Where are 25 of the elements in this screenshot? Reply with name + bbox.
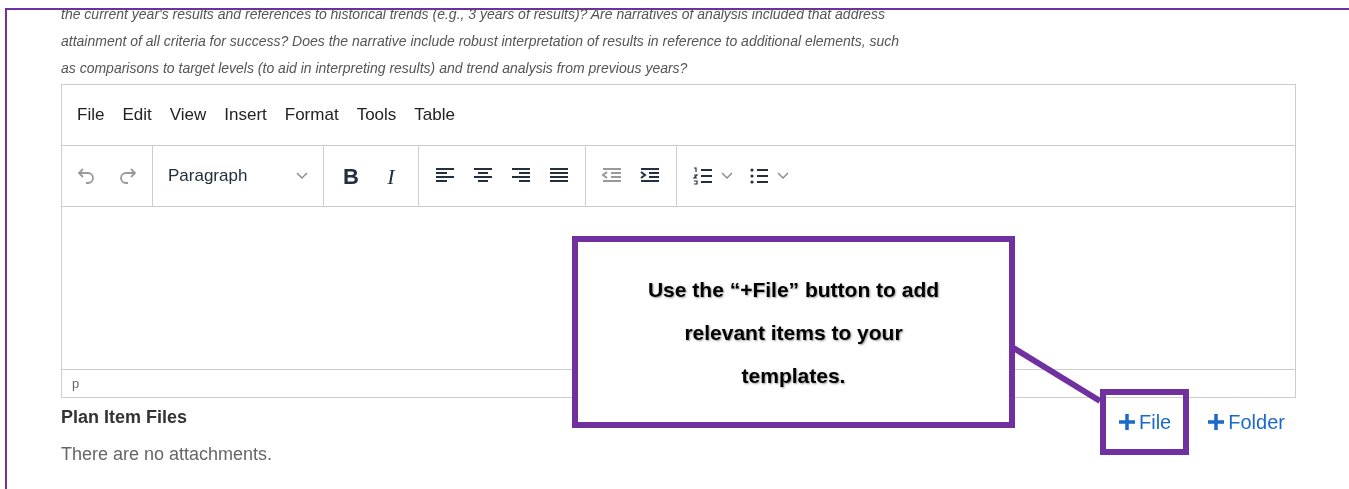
plus-icon <box>1207 413 1226 431</box>
add-file-link[interactable]: File <box>1118 407 1172 437</box>
chevron-down-icon <box>296 172 308 180</box>
menu-item[interactable]: Tools <box>356 102 397 128</box>
question-text: as comparisons to target levels (to aid in interpreting results) and trend analysis from previous years? <box>61 59 689 78</box>
chevron-down-icon <box>777 172 789 180</box>
menu-item[interactable]: Format <box>284 102 339 128</box>
menu-item[interactable]: Edit <box>122 102 152 128</box>
menu-item[interactable]: Table <box>414 102 455 128</box>
empty-message: There are no attachments. <box>61 443 274 466</box>
chevron-down-icon <box>721 172 733 180</box>
block-format-dropdown[interactable]: Paragraph <box>163 156 313 196</box>
callout-text: Use the “+File” button to add relevant items to your templates. <box>646 276 941 389</box>
numbered-list-icon <box>691 164 715 188</box>
bold-button[interactable]: B <box>334 156 368 196</box>
question-text: the current year's results and references to historical trends (e.g., 3 years of results)? Are narratives of analysis included that address <box>61 5 886 24</box>
italic-button[interactable]: I <box>374 156 408 196</box>
element-path: p <box>72 374 80 393</box>
question-text: attainment of all criteria for success? Does the narrative include robust interpretation of results in reference to additional elements, such <box>61 32 901 51</box>
menu-item[interactable]: Insert <box>224 102 267 128</box>
add-folder-link[interactable]: Folder <box>1207 407 1285 437</box>
section-heading: Plan Item Files <box>61 406 188 429</box>
plus-icon <box>1118 413 1136 431</box>
menu-item[interactable]: View <box>169 102 207 128</box>
menu-item[interactable]: File <box>77 102 105 128</box>
